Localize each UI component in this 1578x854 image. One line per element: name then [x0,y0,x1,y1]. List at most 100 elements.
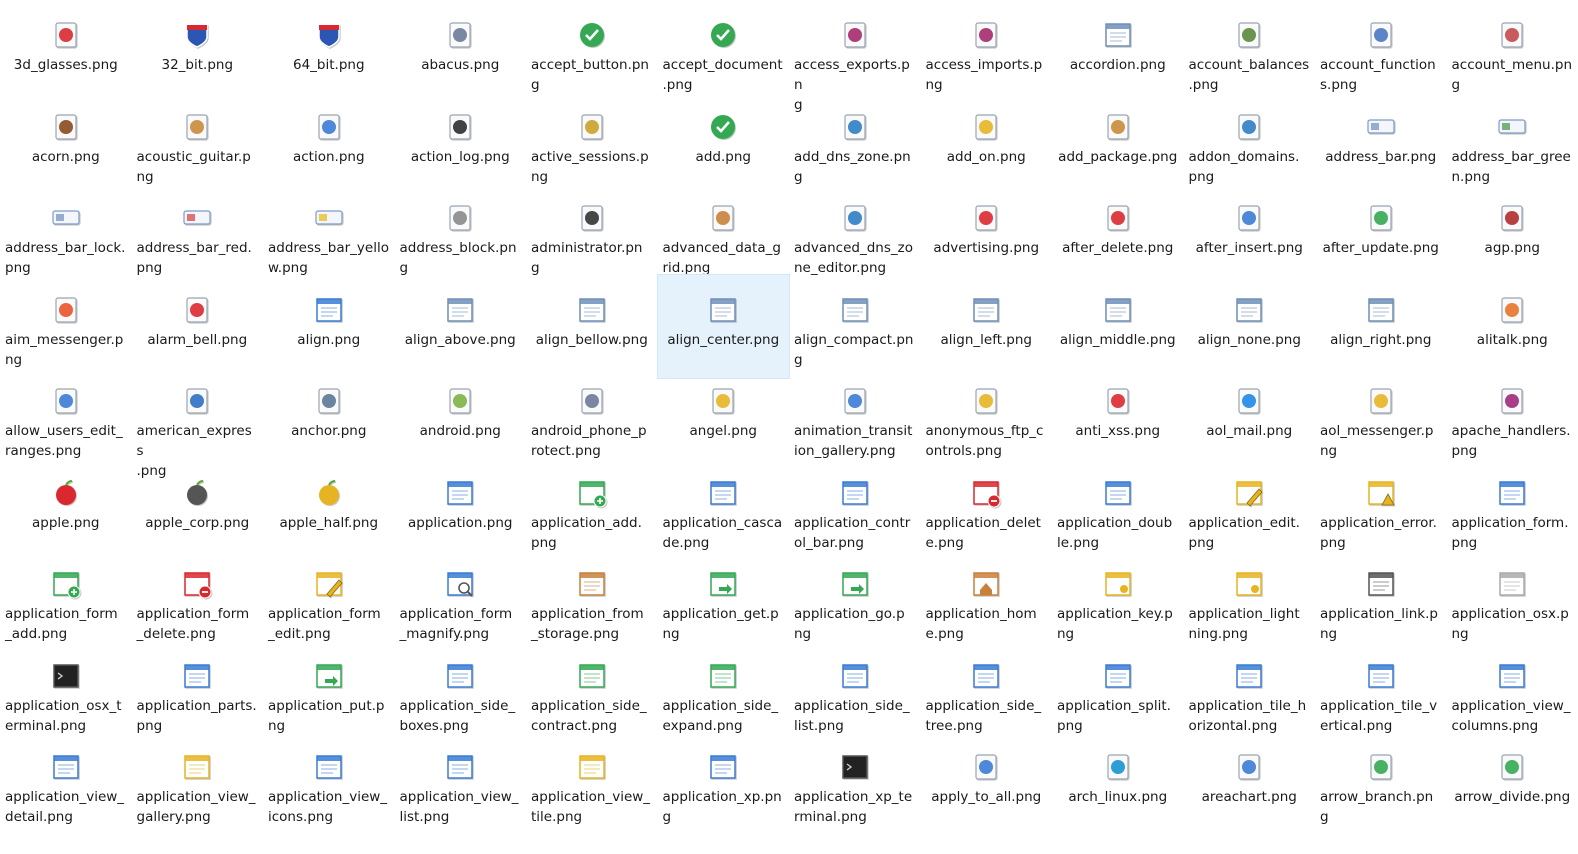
file-item[interactable]: application.png [395,470,527,562]
file-item[interactable]: application_contr ol_bar.png [789,470,921,562]
file-item[interactable]: american_express .png [132,378,264,479]
file-item[interactable]: application_view_ icons.png [263,744,395,836]
file-item[interactable]: accept_button.pn g [526,12,658,104]
file-item[interactable]: application_light ning.png [1184,561,1316,653]
file-item[interactable]: apple_corp.png [132,470,264,562]
file-item[interactable]: advertising.png [921,195,1053,287]
file-item[interactable]: application_side_ contract.png [526,653,658,745]
file-item[interactable]: address_bar_gree n.png [1447,104,1578,196]
file-item[interactable]: add_dns_zone.pn g [789,104,921,196]
file-item[interactable]: application_view_ gallery.png [132,744,264,836]
file-item[interactable]: application_parts. png [132,653,264,745]
file-item[interactable]: align_middle.png [1052,287,1184,379]
file-item[interactable]: align_bellow.png [526,287,658,379]
file-item[interactable]: application_link.p ng [1315,561,1447,653]
file-item[interactable]: application_view_ list.png [395,744,527,836]
file-item[interactable]: alitalk.png [1447,287,1578,379]
file-item[interactable]: align_center.png [656,273,790,379]
file-item[interactable]: anchor.png [263,378,395,470]
file-item[interactable]: acorn.png [0,104,132,196]
file-item[interactable]: aol_mail.png [1184,378,1316,470]
file-item[interactable]: application_view_ tile.png [526,744,658,836]
file-item[interactable]: accept_document .png [658,12,790,104]
file-item[interactable]: application_xp_te rminal.png [789,744,921,836]
file-item[interactable]: application_tile_v ertical.png [1315,653,1447,745]
file-item[interactable]: after_insert.png [1184,195,1316,287]
file-item[interactable]: action.png [263,104,395,196]
file-item[interactable]: application_form. png [1447,470,1578,562]
file-item[interactable]: arch_linux.png [1052,744,1184,836]
file-item[interactable]: application_key.p ng [1052,561,1184,653]
file-item[interactable]: application_delet e.png [921,470,1053,562]
file-item[interactable]: application_go.p ng [789,561,921,653]
file-item[interactable]: aol_messenger.p ng [1315,378,1447,470]
file-item[interactable]: account_function s.png [1315,12,1447,104]
file-item[interactable]: apply_to_all.png [921,744,1053,836]
file-item[interactable]: align_right.png [1315,287,1447,379]
file-item[interactable]: accordion.png [1052,12,1184,104]
file-item[interactable]: application_form _delete.png [132,561,264,653]
file-item[interactable]: anti_xss.png [1052,378,1184,470]
file-item[interactable]: angel.png [658,378,790,470]
file-item[interactable]: application_doub le.png [1052,470,1184,562]
file-item[interactable]: application_form _edit.png [263,561,395,653]
file-item[interactable]: application_casca de.png [658,470,790,562]
file-item[interactable]: application_side_ list.png [789,653,921,745]
file-item[interactable]: application_put.p ng [263,653,395,745]
file-item[interactable]: application_error. png [1315,470,1447,562]
file-item[interactable]: align.png [263,287,395,379]
file-item[interactable]: application_osx.p ng [1447,561,1578,653]
file-item[interactable]: application_form _add.png [0,561,132,653]
file-item[interactable]: areachart.png [1184,744,1316,836]
file-item[interactable]: alarm_bell.png [132,287,264,379]
file-item[interactable]: address_bar_red. png [132,195,264,287]
file-item[interactable]: after_update.png [1315,195,1447,287]
file-item[interactable]: administrator.pn g [526,195,658,287]
file-item[interactable]: application_side_ expand.png [658,653,790,745]
file-item[interactable]: application_split. png [1052,653,1184,745]
file-item[interactable]: align_none.png [1184,287,1316,379]
file-item[interactable]: application_add. png [526,470,658,562]
file-item[interactable]: action_log.png [395,104,527,196]
file-item[interactable]: active_sessions.p ng [526,104,658,196]
file-item[interactable]: advanced_data_g rid.png [658,195,790,287]
file-item[interactable]: anonymous_ftp_c ontrols.png [921,378,1053,470]
file-item[interactable]: align_compact.pn g [789,287,921,379]
file-item[interactable]: address_block.pn g [395,195,527,287]
file-item[interactable]: android_phone_p rotect.png [526,378,658,470]
file-item[interactable]: address_bar_lock. png [0,195,132,287]
file-item[interactable]: add.png [658,104,790,196]
file-item[interactable]: align_above.png [395,287,527,379]
file-item[interactable]: application_side_ boxes.png [395,653,527,745]
file-item[interactable]: after_delete.png [1052,195,1184,287]
file-item[interactable]: application_edit. png [1184,470,1316,562]
file-item[interactable]: application_osx_t erminal.png [0,653,132,745]
file-item[interactable]: acoustic_guitar.p ng [132,104,264,196]
file-item[interactable]: add_package.png [1052,104,1184,196]
file-item[interactable]: add_on.png [921,104,1053,196]
file-item[interactable]: application_form _magnify.png [395,561,527,653]
file-item[interactable]: animation_transit ion_gallery.png [789,378,921,470]
file-item[interactable]: access_exports.pn g [789,12,921,113]
file-item[interactable]: application_side_ tree.png [921,653,1053,745]
file-item[interactable]: advanced_dns_zo ne_editor.png [789,195,921,287]
file-item[interactable]: account_menu.pn g [1447,12,1578,104]
file-item[interactable]: address_bar_yello w.png [263,195,395,287]
file-item[interactable]: 3d_glasses.png [0,12,132,104]
file-item[interactable]: application_from _storage.png [526,561,658,653]
file-item[interactable]: application_hom e.png [921,561,1053,653]
file-item[interactable]: 32_bit.png [132,12,264,104]
file-item[interactable]: apple.png [0,470,132,562]
file-item[interactable]: addon_domains. png [1184,104,1316,196]
file-item[interactable]: aim_messenger.p ng [0,287,132,379]
file-item[interactable]: abacus.png [395,12,527,104]
file-item[interactable]: android.png [395,378,527,470]
file-item[interactable]: apple_half.png [263,470,395,562]
file-item[interactable]: application_view_ detail.png [0,744,132,836]
file-item[interactable]: 64_bit.png [263,12,395,104]
file-item[interactable]: apache_handlers. png [1447,378,1578,470]
file-item[interactable]: application_view_ columns.png [1447,653,1578,745]
file-item[interactable]: application_get.p ng [658,561,790,653]
file-item[interactable]: application_xp.pn g [658,744,790,836]
file-item[interactable]: address_bar.png [1315,104,1447,196]
